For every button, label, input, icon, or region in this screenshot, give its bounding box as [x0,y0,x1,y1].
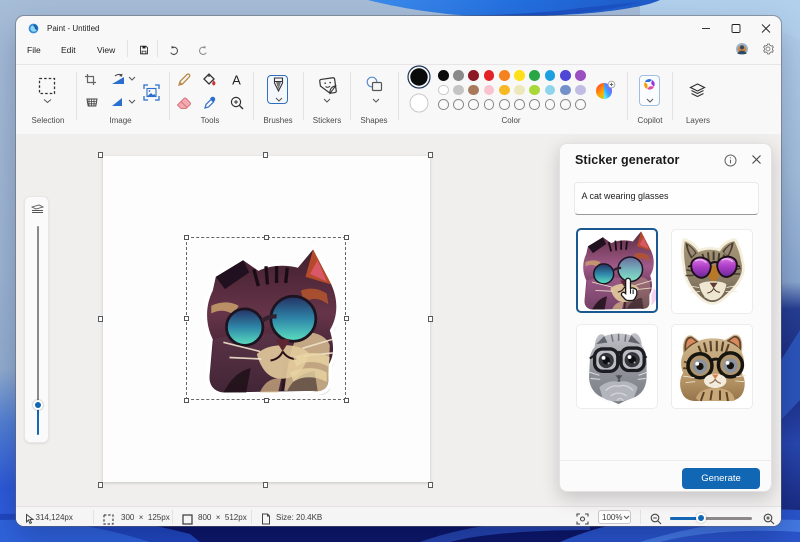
svg-text:A: A [232,73,241,86]
